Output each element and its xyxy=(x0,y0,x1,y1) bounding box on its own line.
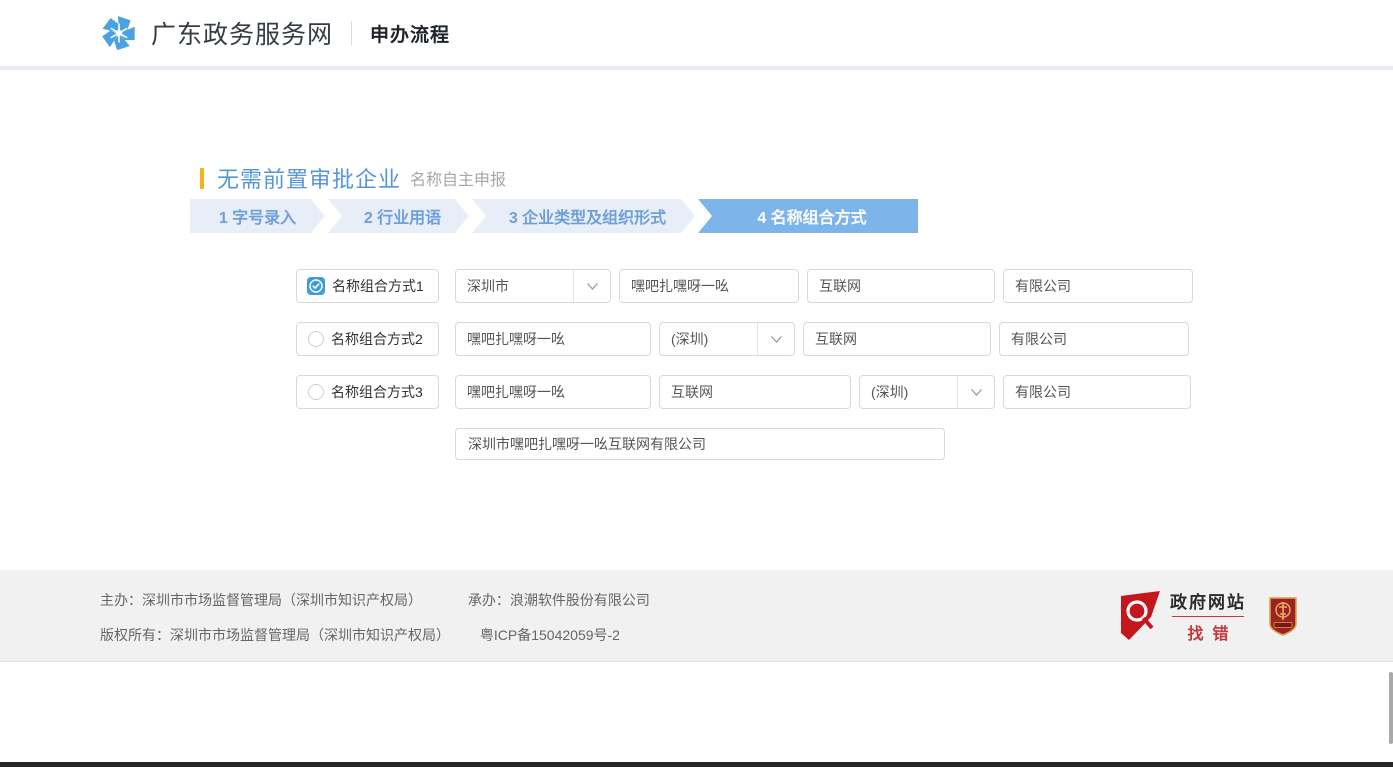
host-label: 主办： xyxy=(100,592,142,608)
page-title: 无需前置审批企业 xyxy=(217,162,401,194)
error-badge-rule xyxy=(1172,616,1244,617)
name-combo-row-2: 名称组合方式2 (深圳) xyxy=(296,322,1197,356)
page: 广东政务服务网 申办流程 无需前置审批企业 名称自主申报 1 字号录入 2 行业… xyxy=(0,0,1393,767)
name-combo-row-3: 名称组合方式3 (深圳) xyxy=(296,375,1199,409)
org-form-input-row2[interactable] xyxy=(999,322,1189,356)
region-select-value: (深圳) xyxy=(660,329,757,349)
industry-input-row3[interactable] xyxy=(659,375,851,409)
region-select-row3[interactable]: (深圳) xyxy=(859,375,995,409)
host-value: 深圳市市场监督管理局（深圳市知识产权局） xyxy=(142,592,422,608)
site-title: 广东政务服务网 xyxy=(151,15,333,51)
lower-whitespace xyxy=(0,663,1393,762)
header-divider xyxy=(351,21,352,45)
error-badge-line1: 政府网站 xyxy=(1170,588,1246,613)
org-form-input-row1[interactable] xyxy=(1003,269,1193,303)
industry-input-row1[interactable] xyxy=(807,269,995,303)
step-tab-3[interactable]: 3 企业类型及组织形式 xyxy=(472,199,695,233)
chevron-down-icon[interactable] xyxy=(958,388,994,397)
copyright-label: 版权所有： xyxy=(100,627,170,643)
undertaker-value: 浪潮软件股份有限公司 xyxy=(510,592,650,608)
scrollbar-thumb[interactable] xyxy=(1389,672,1393,744)
name-combo-option-2[interactable]: 名称组合方式2 xyxy=(296,322,439,356)
red-shield-badge-icon[interactable] xyxy=(1268,596,1298,636)
region-select-value: 深圳市 xyxy=(456,276,573,296)
step-tab-2[interactable]: 2 行业用语 xyxy=(328,199,469,233)
header: 广东政务服务网 申办流程 xyxy=(0,0,1393,66)
section-title: 申办流程 xyxy=(370,20,450,47)
region-select-row2[interactable]: (深圳) xyxy=(659,322,795,356)
trade-name-input-row2[interactable] xyxy=(455,322,651,356)
chevron-down-icon[interactable] xyxy=(574,282,610,291)
copyright-value: 深圳市市场监督管理局（深圳市知识产权局） xyxy=(170,627,450,643)
step-tab-4[interactable]: 4 名称组合方式 xyxy=(698,199,918,233)
site-logo-icon xyxy=(100,14,138,52)
main-content: 无需前置审批企业 名称自主申报 1 字号录入 2 行业用语 3 企业类型及组织形… xyxy=(0,70,1393,570)
checkbox-checked-icon[interactable] xyxy=(307,277,325,295)
name-combo-row-1: 名称组合方式1 深圳市 xyxy=(296,269,1201,303)
step-tab-4-label: 4 名称组合方式 xyxy=(757,204,866,228)
step-tab-1-label: 1 字号录入 xyxy=(219,204,296,228)
trade-name-input-row1[interactable] xyxy=(619,269,799,303)
name-combo-option-1[interactable]: 名称组合方式1 xyxy=(296,269,439,303)
checkbox-unchecked-icon[interactable] xyxy=(308,331,324,347)
footer: 主办：深圳市市场监督管理局（深圳市知识产权局） 承办：浪潮软件股份有限公司 版权… xyxy=(0,570,1393,662)
footer-line-1: 主办：深圳市市场监督管理局（深圳市知识产权局） 承办：浪潮软件股份有限公司 xyxy=(100,590,650,610)
trade-name-input-row3[interactable] xyxy=(455,375,651,409)
step-tab-1[interactable]: 1 字号录入 xyxy=(190,199,325,233)
page-subtitle: 名称自主申报 xyxy=(410,166,506,190)
chevron-down-icon[interactable] xyxy=(758,335,794,344)
option-label: 名称组合方式2 xyxy=(331,329,423,349)
gov-site-error-report-badge[interactable]: 政府网站 找错 xyxy=(1120,588,1246,644)
region-select-value: (深圳) xyxy=(860,382,957,402)
industry-input-row2[interactable] xyxy=(803,322,991,356)
title-accent-bar xyxy=(200,168,204,189)
option-label: 名称组合方式1 xyxy=(332,276,424,296)
step-tab-2-label: 2 行业用语 xyxy=(364,204,441,228)
combined-name-input[interactable] xyxy=(455,428,945,460)
name-combo-option-3[interactable]: 名称组合方式3 xyxy=(296,375,439,409)
org-form-input-row3[interactable] xyxy=(1003,375,1191,409)
bottom-dark-bar xyxy=(0,762,1393,767)
step-breadcrumb: 1 字号录入 2 行业用语 3 企业类型及组织形式 4 名称组合方式 xyxy=(190,199,918,233)
error-report-flag-icon xyxy=(1120,591,1162,641)
region-select-row1[interactable]: 深圳市 xyxy=(455,269,611,303)
error-badge-line2: 找错 xyxy=(1187,620,1237,644)
icp-number: 粤ICP备15042059号-2 xyxy=(480,627,620,643)
checkbox-unchecked-icon[interactable] xyxy=(308,384,324,400)
undertaker-label: 承办： xyxy=(468,592,510,608)
option-label: 名称组合方式3 xyxy=(331,382,423,402)
footer-line-2: 版权所有：深圳市市场监督管理局（深圳市知识产权局） 粤ICP备15042059号… xyxy=(100,625,650,645)
step-tab-3-label: 3 企业类型及组织形式 xyxy=(509,204,666,228)
